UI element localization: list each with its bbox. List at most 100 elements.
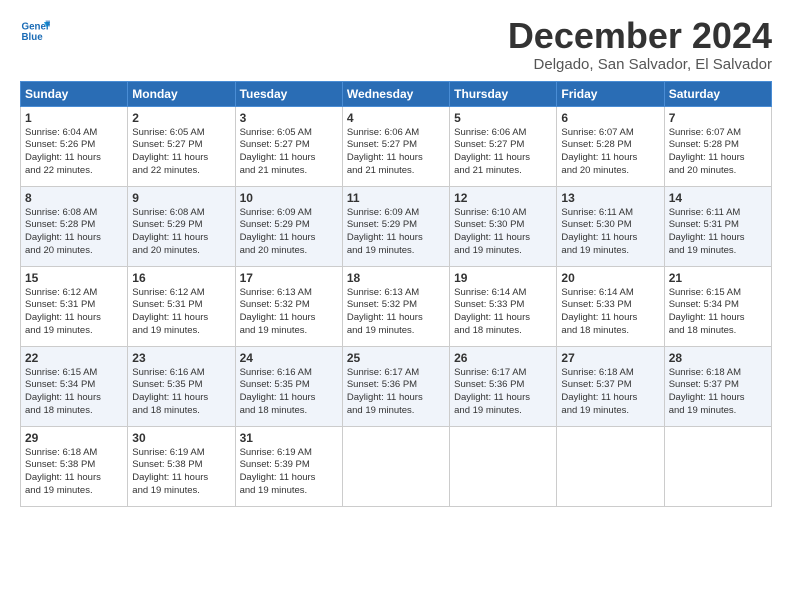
- header-row: Sunday Monday Tuesday Wednesday Thursday…: [21, 81, 772, 106]
- calendar-cell: 8Sunrise: 6:08 AM Sunset: 5:28 PM Daylig…: [21, 186, 128, 266]
- day-info: Sunrise: 6:16 AM Sunset: 5:35 PM Dayligh…: [132, 367, 230, 418]
- calendar-cell: 18 Sunrise: 6:13 AM Sunset: 5:32 PM Dayli…: [342, 266, 449, 346]
- day-info: Sunrise: 6:06 AM Sunset: 5:27 PM Dayligh…: [454, 127, 552, 178]
- day-info: Sunrise: 6:04 AM Sunset: 5:26 PM Dayligh…: [25, 127, 123, 178]
- day-info: Sunrise: 6:14 AM Sunset: 5:33 PM Dayligh…: [561, 287, 659, 338]
- day-number: 2: [132, 111, 230, 125]
- calendar-cell: 29 Sunrise: 6:18 AM Sunset: 5:38 PM Dayli…: [21, 426, 128, 506]
- day-info: Sunrise: 6:17 AM Sunset: 5:36 PM Dayligh…: [347, 367, 445, 418]
- day-info: Sunrise: 6:15 AM Sunset: 5:34 PM Dayligh…: [25, 367, 123, 418]
- calendar-week-row: 22 Sunrise: 6:15 AM Sunset: 5:34 PM Dayli…: [21, 346, 772, 426]
- location: Delgado, San Salvador, El Salvador: [508, 56, 772, 73]
- calendar-cell: 7 Sunrise: 6:07 AM Sunset: 5:28 PM Daylig…: [664, 106, 771, 186]
- day-number: 12: [454, 191, 552, 205]
- calendar-cell: 2Sunrise: 6:05 AM Sunset: 5:27 PM Daylig…: [128, 106, 235, 186]
- calendar-cell: 6 Sunrise: 6:07 AM Sunset: 5:28 PM Daylig…: [557, 106, 664, 186]
- day-number: 28: [669, 351, 767, 365]
- col-tuesday: Tuesday: [235, 81, 342, 106]
- day-number: 23: [132, 351, 230, 365]
- day-info: Sunrise: 6:18 AM Sunset: 5:38 PM Dayligh…: [25, 447, 123, 498]
- calendar-cell: [557, 426, 664, 506]
- day-info: Sunrise: 6:12 AM Sunset: 5:31 PM Dayligh…: [132, 287, 230, 338]
- day-number: 20: [561, 271, 659, 285]
- calendar-week-row: 1 Sunrise: 6:04 AM Sunset: 5:26 PM Daylig…: [21, 106, 772, 186]
- calendar-cell: 24 Sunrise: 6:16 AM Sunset: 5:35 PM Dayli…: [235, 346, 342, 426]
- calendar-cell: [342, 426, 449, 506]
- day-number: 9: [132, 191, 230, 205]
- day-number: 4: [347, 111, 445, 125]
- day-info: Sunrise: 6:05 AM Sunset: 5:27 PM Dayligh…: [240, 127, 338, 178]
- calendar-cell: 26 Sunrise: 6:17 AM Sunset: 5:36 PM Dayli…: [450, 346, 557, 426]
- calendar-cell: 28 Sunrise: 6:18 AM Sunset: 5:37 PM Dayli…: [664, 346, 771, 426]
- day-number: 3: [240, 111, 338, 125]
- day-info: Sunrise: 6:12 AM Sunset: 5:31 PM Dayligh…: [25, 287, 123, 338]
- header: General Blue December 2024 Delgado, San …: [20, 16, 772, 73]
- calendar-cell: [450, 426, 557, 506]
- calendar-cell: 14 Sunrise: 6:11 AM Sunset: 5:31 PM Dayli…: [664, 186, 771, 266]
- day-info: Sunrise: 6:13 AM Sunset: 5:32 PM Dayligh…: [240, 287, 338, 338]
- day-info: Sunrise: 6:07 AM Sunset: 5:28 PM Dayligh…: [561, 127, 659, 178]
- logo-icon: General Blue: [20, 16, 50, 46]
- calendar-cell: 15 Sunrise: 6:12 AM Sunset: 5:31 PM Dayli…: [21, 266, 128, 346]
- day-number: 26: [454, 351, 552, 365]
- calendar-cell: 3 Sunrise: 6:05 AM Sunset: 5:27 PM Daylig…: [235, 106, 342, 186]
- day-number: 7: [669, 111, 767, 125]
- day-info: Sunrise: 6:13 AM Sunset: 5:32 PM Dayligh…: [347, 287, 445, 338]
- calendar-cell: 27Sunrise: 6:18 AM Sunset: 5:37 PM Dayli…: [557, 346, 664, 426]
- col-friday: Friday: [557, 81, 664, 106]
- calendar-cell: 30 Sunrise: 6:19 AM Sunset: 5:38 PM Dayli…: [128, 426, 235, 506]
- day-number: 30: [132, 431, 230, 445]
- calendar-week-row: 29 Sunrise: 6:18 AM Sunset: 5:38 PM Dayli…: [21, 426, 772, 506]
- day-number: 25: [347, 351, 445, 365]
- day-number: 29: [25, 431, 123, 445]
- day-info: Sunrise: 6:17 AM Sunset: 5:36 PM Dayligh…: [454, 367, 552, 418]
- title-block: December 2024 Delgado, San Salvador, El …: [508, 16, 772, 73]
- day-info: Sunrise: 6:16 AM Sunset: 5:35 PM Dayligh…: [240, 367, 338, 418]
- day-info: Sunrise: 6:06 AM Sunset: 5:27 PM Dayligh…: [347, 127, 445, 178]
- day-number: 10: [240, 191, 338, 205]
- day-info: Sunrise: 6:09 AM Sunset: 5:29 PM Dayligh…: [240, 207, 338, 258]
- page-container: General Blue December 2024 Delgado, San …: [0, 0, 792, 517]
- day-number: 11: [347, 191, 445, 205]
- day-info: Sunrise: 6:18 AM Sunset: 5:37 PM Dayligh…: [669, 367, 767, 418]
- day-number: 1: [25, 111, 123, 125]
- calendar-cell: 23 Sunrise: 6:16 AM Sunset: 5:35 PM Dayli…: [128, 346, 235, 426]
- day-number: 16: [132, 271, 230, 285]
- month-title: December 2024: [508, 16, 772, 56]
- logo: General Blue: [20, 16, 50, 46]
- col-wednesday: Wednesday: [342, 81, 449, 106]
- day-number: 24: [240, 351, 338, 365]
- day-info: Sunrise: 6:14 AM Sunset: 5:33 PM Dayligh…: [454, 287, 552, 338]
- day-info: Sunrise: 6:11 AM Sunset: 5:31 PM Dayligh…: [669, 207, 767, 258]
- day-number: 22: [25, 351, 123, 365]
- day-info: Sunrise: 6:07 AM Sunset: 5:28 PM Dayligh…: [669, 127, 767, 178]
- calendar-week-row: 15 Sunrise: 6:12 AM Sunset: 5:31 PM Dayli…: [21, 266, 772, 346]
- day-info: Sunrise: 6:19 AM Sunset: 5:39 PM Dayligh…: [240, 447, 338, 498]
- calendar-cell: 9Sunrise: 6:08 AM Sunset: 5:29 PM Daylig…: [128, 186, 235, 266]
- calendar-cell: [664, 426, 771, 506]
- calendar-cell: 10 Sunrise: 6:09 AM Sunset: 5:29 PM Dayli…: [235, 186, 342, 266]
- day-info: Sunrise: 6:09 AM Sunset: 5:29 PM Dayligh…: [347, 207, 445, 258]
- day-number: 14: [669, 191, 767, 205]
- day-number: 27: [561, 351, 659, 365]
- day-number: 19: [454, 271, 552, 285]
- calendar-cell: 5 Sunrise: 6:06 AM Sunset: 5:27 PM Daylig…: [450, 106, 557, 186]
- calendar-cell: 4 Sunrise: 6:06 AM Sunset: 5:27 PM Daylig…: [342, 106, 449, 186]
- day-number: 17: [240, 271, 338, 285]
- calendar-cell: 17 Sunrise: 6:13 AM Sunset: 5:32 PM Dayli…: [235, 266, 342, 346]
- col-monday: Monday: [128, 81, 235, 106]
- day-number: 5: [454, 111, 552, 125]
- calendar-cell: 16 Sunrise: 6:12 AM Sunset: 5:31 PM Dayli…: [128, 266, 235, 346]
- day-info: Sunrise: 6:08 AM Sunset: 5:28 PM Dayligh…: [25, 207, 123, 258]
- col-thursday: Thursday: [450, 81, 557, 106]
- day-info: Sunrise: 6:19 AM Sunset: 5:38 PM Dayligh…: [132, 447, 230, 498]
- day-number: 18: [347, 271, 445, 285]
- day-number: 21: [669, 271, 767, 285]
- day-number: 6: [561, 111, 659, 125]
- calendar-cell: 12Sunrise: 6:10 AM Sunset: 5:30 PM Dayli…: [450, 186, 557, 266]
- calendar-cell: 31Sunrise: 6:19 AM Sunset: 5:39 PM Dayli…: [235, 426, 342, 506]
- day-number: 15: [25, 271, 123, 285]
- calendar-cell: 13Sunrise: 6:11 AM Sunset: 5:30 PM Dayli…: [557, 186, 664, 266]
- calendar-cell: 20 Sunrise: 6:14 AM Sunset: 5:33 PM Dayli…: [557, 266, 664, 346]
- calendar-table: Sunday Monday Tuesday Wednesday Thursday…: [20, 81, 772, 507]
